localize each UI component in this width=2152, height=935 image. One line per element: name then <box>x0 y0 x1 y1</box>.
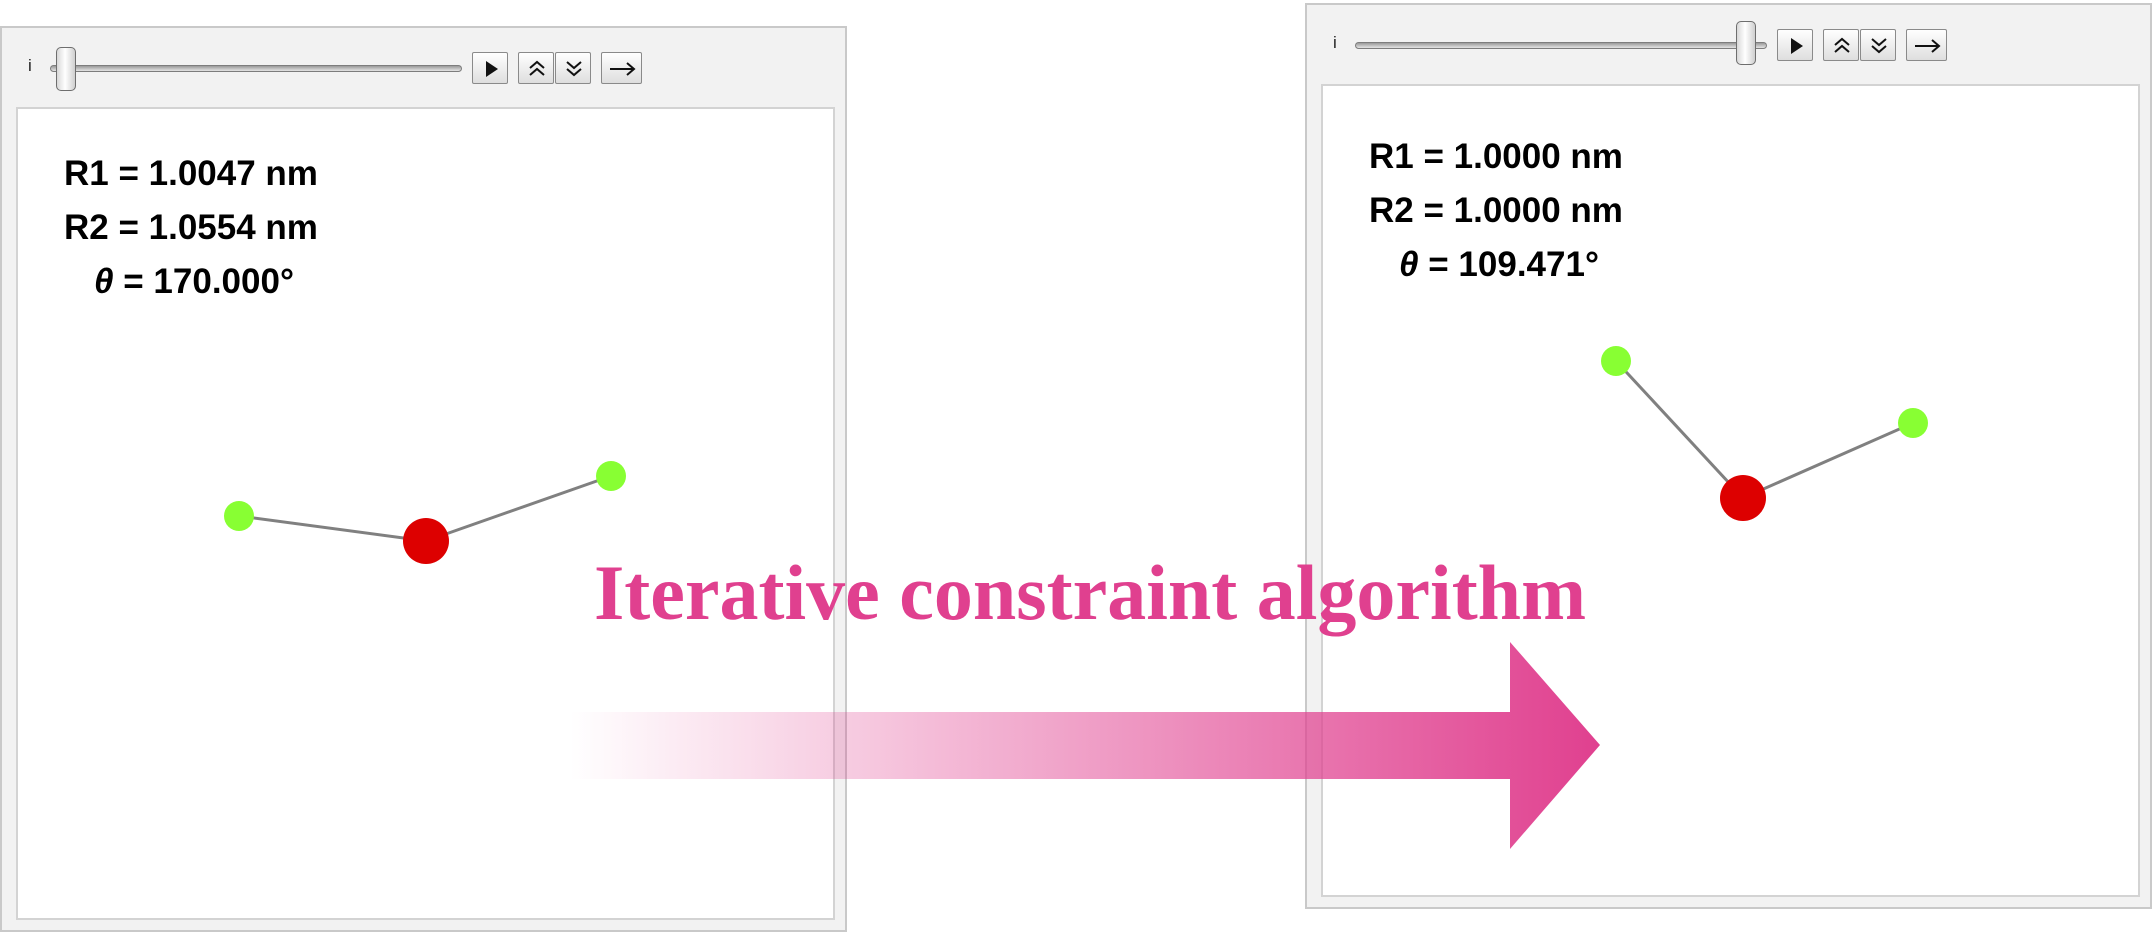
bond-2 <box>425 474 612 543</box>
animation-toolbar: i <box>1307 5 2150 81</box>
slower-button[interactable] <box>1860 29 1896 61</box>
molecule-canvas: R1 = 1.0000 nm R2 = 1.0000 nm θ = 109.47… <box>1321 84 2140 897</box>
hydrogen-atom-2 <box>1898 408 1928 438</box>
double-down-icon <box>1871 38 1887 54</box>
slider-variable-label: i <box>28 56 32 75</box>
play-icon <box>486 61 498 77</box>
algorithm-caption: Iterative constraint algorithm <box>593 549 1587 636</box>
play-icon <box>1791 38 1803 54</box>
hydrogen-atom-1 <box>224 501 254 531</box>
bond-2 <box>1742 421 1914 500</box>
oxygen-atom <box>403 518 449 564</box>
faster-button[interactable] <box>1823 29 1859 61</box>
right-manipulate-panel: i R1 = 1.0000 nm R2 = 1.0000 nm θ = 109.… <box>1305 3 2152 909</box>
bond-1 <box>238 514 427 543</box>
bond-1 <box>1614 359 1745 500</box>
oxygen-atom <box>1720 475 1766 521</box>
water-molecule-right <box>1601 346 1928 521</box>
double-up-icon <box>1834 37 1850 53</box>
double-down-icon <box>566 61 582 77</box>
iteration-slider-thumb[interactable] <box>1736 21 1756 65</box>
iteration-slider-track[interactable] <box>50 65 462 72</box>
faster-button[interactable] <box>518 52 554 84</box>
hydrogen-atom-1 <box>1601 346 1631 376</box>
step-button[interactable] <box>1906 29 1947 61</box>
double-up-icon <box>529 60 545 76</box>
animation-toolbar: i <box>2 28 845 104</box>
iteration-slider-thumb[interactable] <box>56 47 76 91</box>
play-button[interactable] <box>1777 29 1813 61</box>
slower-button[interactable] <box>555 52 591 84</box>
right-arrow-icon <box>1915 39 1941 53</box>
step-button[interactable] <box>601 52 642 84</box>
hydrogen-atom-2 <box>596 461 626 491</box>
left-manipulate-panel: i R1 = 1.0047 nm R2 = 1.0554 nm θ = 170.… <box>0 26 847 932</box>
water-molecule-left <box>224 461 626 564</box>
play-button[interactable] <box>472 52 508 84</box>
molecule-canvas: R1 = 1.0047 nm R2 = 1.0554 nm θ = 170.00… <box>16 107 835 920</box>
iteration-slider-track[interactable] <box>1355 42 1767 49</box>
slider-variable-label: i <box>1333 33 1337 52</box>
right-arrow-icon <box>610 62 636 76</box>
